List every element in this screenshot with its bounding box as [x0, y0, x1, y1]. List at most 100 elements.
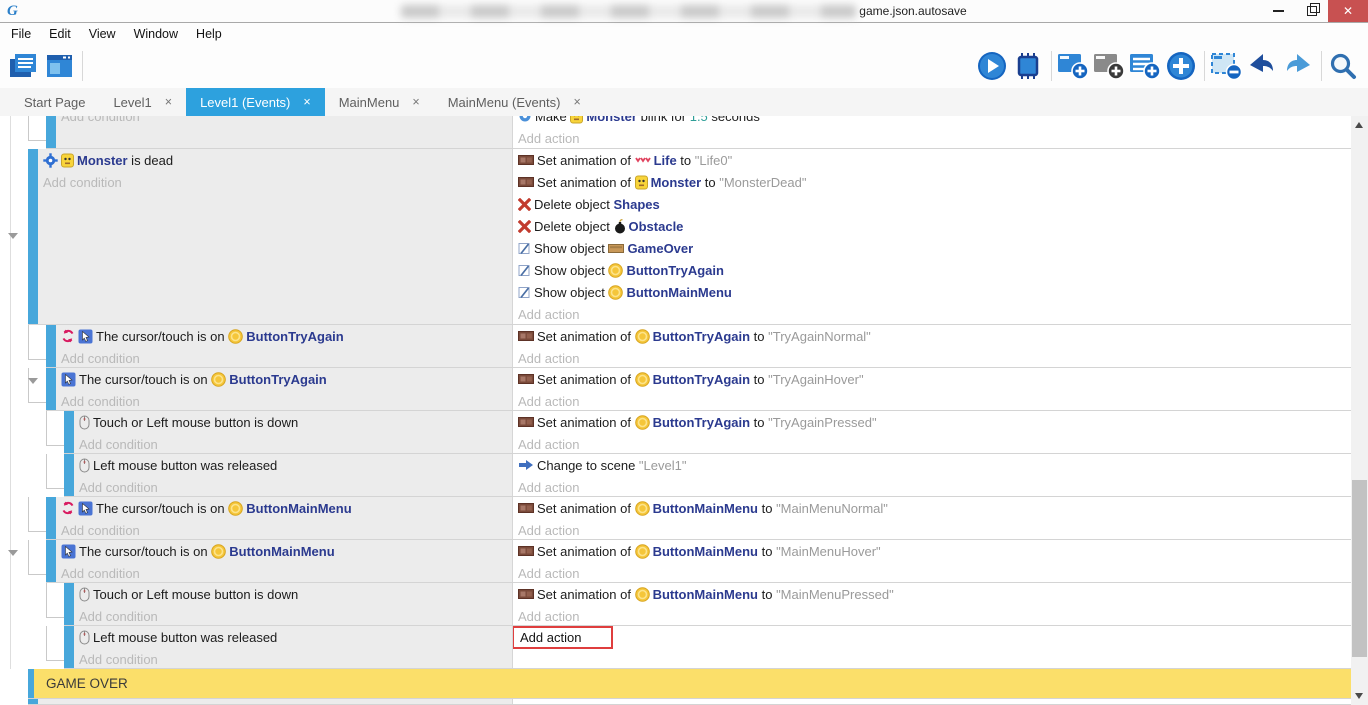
- add-condition-button[interactable]: Add condition: [56, 116, 512, 127]
- event-row[interactable]: Touch or Left mouse button is downAdd co…: [0, 411, 1351, 454]
- action-line[interactable]: Set animation of ButtonTryAgain to "TryA…: [513, 368, 1351, 390]
- actions-column[interactable]: Make Monster blink for 1.5 secondsAdd ac…: [512, 116, 1351, 148]
- condition-line[interactable]: Monster is dead: [38, 149, 512, 171]
- scrollbar-thumb[interactable]: [1352, 480, 1367, 657]
- event-row[interactable]: Monster is deadAdd conditionSet animatio…: [0, 149, 1351, 325]
- tab-mainmenu[interactable]: MainMenu×: [325, 88, 434, 116]
- condition-line[interactable]: Touch or Left mouse button is down: [74, 411, 512, 433]
- add-comment-button[interactable]: [1128, 48, 1164, 84]
- action-line[interactable]: Set animation of ButtonMainMenu to "Main…: [513, 583, 1351, 605]
- action-line[interactable]: Change to scene "Level1": [513, 454, 1351, 476]
- action-line[interactable]: Delete object Shapes: [513, 193, 1351, 215]
- add-action-button[interactable]: Add action: [513, 127, 1351, 148]
- undo-button[interactable]: [1245, 48, 1281, 84]
- add-condition-button[interactable]: Add condition: [56, 519, 512, 539]
- highlighted-add-action[interactable]: Add action: [512, 626, 613, 649]
- actions-column[interactable]: Change to scene "Level1"Add action: [512, 454, 1351, 496]
- search-button[interactable]: [1326, 48, 1362, 84]
- menu-item-edit[interactable]: Edit: [40, 27, 80, 41]
- action-line[interactable]: Set animation of ButtonMainMenu to "Main…: [513, 540, 1351, 562]
- event-row[interactable]: Add conditionMake Monster blink for 1.5 …: [0, 116, 1351, 149]
- play-button[interactable]: [975, 48, 1011, 84]
- tab-close-icon[interactable]: ×: [165, 95, 172, 109]
- add-action-button[interactable]: Add action: [513, 626, 1351, 648]
- add-condition-button[interactable]: Add condition: [56, 562, 512, 582]
- event-row[interactable]: The cursor/touch is on ButtonTryAgainAdd…: [0, 325, 1351, 368]
- conditions-column[interactable]: The cursor/touch is on ButtonTryAgainAdd…: [56, 368, 512, 410]
- collapse-arrow-icon[interactable]: [8, 233, 18, 239]
- add-condition-button[interactable]: Add condition: [74, 433, 512, 453]
- actions-column[interactable]: Set animation of Life to "Life0"Set anim…: [512, 149, 1351, 324]
- actions-column[interactable]: Set animation of ButtonMainMenu to "Main…: [512, 497, 1351, 539]
- menu-item-view[interactable]: View: [80, 27, 125, 41]
- action-line[interactable]: Set animation of ButtonTryAgain to "TryA…: [513, 411, 1351, 433]
- tab-mainmenu-events-[interactable]: MainMenu (Events)×: [434, 88, 595, 116]
- actions-column[interactable]: Set animation of ButtonTryAgain to "TryA…: [512, 411, 1351, 453]
- action-line[interactable]: Show object GameOver: [513, 237, 1351, 259]
- tab-level1-events-[interactable]: Level1 (Events)×: [186, 88, 325, 116]
- event-row[interactable]: Left mouse button was releasedAdd condit…: [0, 626, 1351, 669]
- delete-event-button[interactable]: [1209, 48, 1245, 84]
- menu-item-file[interactable]: File: [2, 27, 40, 41]
- condition-line[interactable]: Left mouse button was released: [74, 454, 512, 476]
- actions-column[interactable]: Add action: [512, 626, 1351, 668]
- conditions-column[interactable]: Add condition: [56, 116, 512, 148]
- collapse-arrow-icon[interactable]: [28, 378, 38, 384]
- action-line[interactable]: Set animation of ButtonMainMenu to "Main…: [513, 497, 1351, 519]
- event-row[interactable]: The cursor/touch is on ButtonMainMenuAdd…: [0, 497, 1351, 540]
- tab-close-icon[interactable]: ×: [412, 95, 419, 109]
- comment-text[interactable]: GAME OVER: [34, 669, 1351, 698]
- menu-item-help[interactable]: Help: [187, 27, 231, 41]
- condition-line[interactable]: Left mouse button was released: [74, 626, 512, 648]
- conditions-column[interactable]: Touch or Left mouse button is downAdd co…: [74, 411, 512, 453]
- project-manager-button[interactable]: [6, 48, 42, 84]
- add-condition-button[interactable]: Add condition: [56, 390, 512, 410]
- add-condition-button[interactable]: Add condition: [56, 347, 512, 367]
- event-row[interactable]: The cursor/touch is on ButtonMainMenuAdd…: [0, 540, 1351, 583]
- add-action-button[interactable]: Add action: [513, 519, 1351, 539]
- add-action-button[interactable]: Add action: [513, 476, 1351, 496]
- action-line[interactable]: Set animation of Life to "Life0": [513, 149, 1351, 171]
- tab-close-icon[interactable]: ×: [573, 95, 580, 109]
- conditions-column[interactable]: Touch or Left mouse button is downAdd co…: [74, 583, 512, 625]
- collapse-arrow-icon[interactable]: [8, 550, 18, 556]
- event-row[interactable]: [0, 699, 1351, 705]
- tab-level1[interactable]: Level1×: [99, 88, 186, 116]
- condition-line[interactable]: The cursor/touch is on ButtonMainMenu: [56, 497, 512, 519]
- comment-row[interactable]: GAME OVER: [0, 669, 1351, 699]
- add-something-button[interactable]: [1164, 48, 1200, 84]
- event-row[interactable]: The cursor/touch is on ButtonTryAgainAdd…: [0, 368, 1351, 411]
- actions-column[interactable]: Set animation of ButtonMainMenu to "Main…: [512, 540, 1351, 582]
- add-action-button[interactable]: Add action: [513, 347, 1351, 367]
- conditions-column[interactable]: The cursor/touch is on ButtonMainMenuAdd…: [56, 497, 512, 539]
- add-action-button[interactable]: Add action: [513, 433, 1351, 453]
- condition-line[interactable]: Touch or Left mouse button is down: [74, 583, 512, 605]
- scrollbar-down-arrow[interactable]: [1355, 693, 1363, 699]
- action-line[interactable]: Show object ButtonTryAgain: [513, 259, 1351, 281]
- conditions-column[interactable]: Left mouse button was releasedAdd condit…: [74, 454, 512, 496]
- add-condition-button[interactable]: Add condition: [74, 648, 512, 668]
- condition-line[interactable]: The cursor/touch is on ButtonTryAgain: [56, 325, 512, 347]
- actions-column[interactable]: Set animation of ButtonTryAgain to "TryA…: [512, 325, 1351, 367]
- add-subevent-button[interactable]: [1092, 48, 1128, 84]
- conditions-column[interactable]: Monster is deadAdd condition: [38, 149, 512, 324]
- action-line[interactable]: Show object ButtonMainMenu: [513, 281, 1351, 303]
- tab-start-page[interactable]: Start Page: [10, 88, 99, 116]
- add-action-button[interactable]: Add action: [513, 605, 1351, 625]
- condition-line[interactable]: The cursor/touch is on ButtonMainMenu: [56, 540, 512, 562]
- add-condition-button[interactable]: Add condition: [74, 605, 512, 625]
- actions-column[interactable]: Set animation of ButtonTryAgain to "TryA…: [512, 368, 1351, 410]
- action-line[interactable]: Set animation of Monster to "MonsterDead…: [513, 171, 1351, 193]
- action-line[interactable]: Delete object Obstacle: [513, 215, 1351, 237]
- add-action-button[interactable]: Add action: [513, 562, 1351, 582]
- conditions-column[interactable]: The cursor/touch is on ButtonMainMenuAdd…: [56, 540, 512, 582]
- add-action-button[interactable]: Add action: [513, 390, 1351, 410]
- conditions-column[interactable]: The cursor/touch is on ButtonTryAgainAdd…: [56, 325, 512, 367]
- redo-button[interactable]: [1281, 48, 1317, 84]
- scene-window-button[interactable]: [42, 48, 78, 84]
- event-row[interactable]: Left mouse button was releasedAdd condit…: [0, 454, 1351, 497]
- add-condition-button[interactable]: Add condition: [74, 476, 512, 496]
- action-line[interactable]: Make Monster blink for 1.5 seconds: [513, 116, 1351, 127]
- scrollbar-up-arrow[interactable]: [1355, 122, 1363, 128]
- add-event-button[interactable]: [1056, 48, 1092, 84]
